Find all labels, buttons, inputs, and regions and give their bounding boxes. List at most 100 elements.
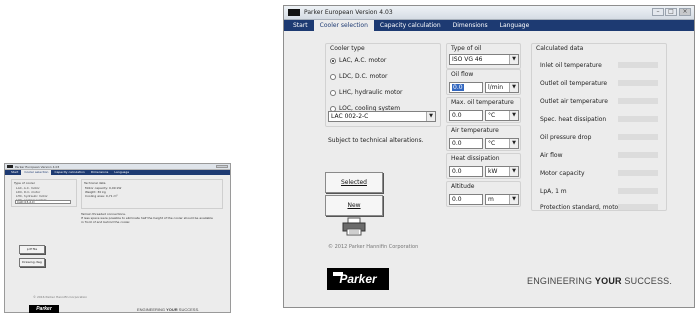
tab-capacity-calculation[interactable]: Capacity calculation [374, 20, 447, 31]
radio-lac-label: LAC, A.C. motor [339, 57, 387, 64]
chevron-down-icon[interactable]: ▼ [509, 195, 518, 204]
selected-button-label: Selected [340, 179, 367, 186]
radio-checked-icon[interactable] [330, 57, 336, 64]
calc-value-outlet-oil-temp [618, 80, 658, 86]
tab-cooler-selection[interactable]: Cooler selection [313, 20, 374, 31]
tab-bar: Start Cooler selection Capacity calculat… [284, 20, 694, 31]
oil-flow-title: Oil flow [451, 71, 474, 78]
calc-label-protection-standard: Protection standard, motor [540, 204, 621, 211]
small-tech-line: Cooling area: 0,71 m² [85, 194, 118, 198]
new-button[interactable]: New [325, 195, 383, 216]
radio-ldc-label: LDC, D.C. motor [339, 73, 388, 80]
calc-label-motor-capacity: Motor capacity [540, 170, 585, 177]
slogan-bold: YOUR [594, 276, 622, 286]
tab-start[interactable]: Start [287, 20, 314, 31]
chevron-down-icon[interactable]: ▼ [509, 111, 518, 120]
chevron-down-icon[interactable]: ▼ [509, 167, 518, 176]
altitude-unit-select[interactable]: m ▼ [485, 194, 519, 205]
calc-value-lpa [618, 188, 658, 194]
minimize-button[interactable]: – [652, 8, 664, 16]
radio-lac[interactable]: LAC, A.C. motor [330, 57, 386, 64]
small-window-title: Parker European Version 4.03 [15, 165, 60, 169]
small-slogan: ENGINEERING YOUR SUCCESS. [137, 307, 199, 312]
small-copyright: © 2016 Parker Hannifin Corporation [33, 295, 88, 299]
small-window-controls[interactable] [216, 165, 228, 168]
small-drawing-button[interactable]: Drawing dwg [19, 258, 45, 267]
small-slogan-bold: YOUR [166, 307, 178, 312]
heat-dissipation-unit-select[interactable]: kW ▼ [485, 166, 519, 177]
tab-language[interactable]: Language [494, 20, 536, 31]
altitude-title: Altitude [451, 183, 475, 190]
title-bar: Parker European Version 4.03 – □ × [284, 6, 694, 20]
cooler-model-select[interactable]: LAC 002-2-C ▼ [328, 111, 436, 122]
oil-flow-unit-select[interactable]: l/min ▼ [485, 82, 519, 93]
parker-logo-icon [288, 9, 300, 16]
calc-label-inlet-oil-temp: Inlet oil temperature [540, 62, 602, 69]
small-slogan-post: SUCCESS. [177, 307, 200, 312]
small-model-select[interactable]: CAD 03-2-D [15, 200, 71, 204]
radio-ldc[interactable]: LDC, D.C. motor [330, 73, 388, 80]
small-cooler-type-group: Type of cooler LAC, A.C. motor LDC, D.C.… [11, 179, 77, 207]
slogan: ENGINEERING YOUR SUCCESS. [527, 276, 672, 286]
small-slogan-pre: ENGINEERING [137, 307, 167, 312]
radio-lhc[interactable]: LHC, hydraulic motor [330, 89, 403, 96]
slogan-post: SUCCESS. [621, 276, 673, 286]
oil-flow-unit: l/min [488, 84, 504, 91]
cooler-type-title: Cooler type [330, 45, 365, 52]
chevron-down-icon[interactable]: ▼ [426, 112, 435, 121]
air-temp-title: Air temperature [451, 127, 499, 134]
maximize-button[interactable]: □ [665, 8, 677, 16]
small-parker-logo: Parker [29, 305, 59, 313]
air-temp-input[interactable]: 0.0 [449, 138, 483, 149]
oil-flow-input[interactable]: 0.0 [449, 82, 483, 93]
calc-label-outlet-air-temp: Outlet air temperature [540, 98, 608, 105]
printer-icon[interactable] [342, 217, 366, 236]
heat-dissipation-title: Heat dissipation [451, 155, 500, 162]
calc-label-spec-heat-dissipation: Spec. heat dissipation [540, 116, 607, 123]
calculated-data-title: Calculated data [536, 45, 584, 52]
calculated-data-group: Calculated data Inlet oil temperature Ou… [531, 43, 667, 211]
new-button-label: New [347, 202, 361, 209]
oil-type-title: Type of oil [451, 45, 482, 52]
max-oil-temp-title: Max. oil temperature [451, 99, 514, 106]
chevron-down-icon[interactable]: ▼ [509, 83, 518, 92]
cooler-model-value: LAC 002-2-C [331, 113, 369, 120]
tab-dimensions[interactable]: Dimensions [447, 20, 494, 31]
radio-lhc-label: LHC, hydraulic motor [339, 89, 403, 96]
radio-icon[interactable] [330, 73, 336, 80]
small-content: Type of cooler LAC, A.C. motor LDC, D.C.… [5, 175, 230, 313]
close-button[interactable]: × [679, 8, 691, 16]
calc-value-inlet-oil-temp [618, 62, 658, 68]
selected-button[interactable]: Selected [325, 172, 383, 193]
air-temp-unit-select[interactable]: °C ▼ [485, 138, 519, 149]
calc-label-air-flow: Air flow [540, 152, 563, 159]
slogan-pre: ENGINEERING [527, 276, 595, 286]
max-oil-temp-unit-select[interactable]: °C ▼ [485, 110, 519, 121]
calc-label-outlet-oil-temp: Outlet oil temperature [540, 80, 608, 87]
calc-value-air-flow [618, 152, 658, 158]
small-app-window: Parker European Version 4.03 Start Coole… [4, 163, 231, 313]
calc-value-outlet-air-temp [618, 98, 658, 104]
small-pdf-button[interactable]: pdf file [19, 245, 45, 254]
max-oil-temp-input[interactable]: 0.0 [449, 110, 483, 121]
altitude-input[interactable]: 0.0 [449, 194, 483, 205]
small-note-line: in front of and behind the cooler. [81, 220, 131, 224]
altitude-unit: m [488, 196, 494, 203]
chevron-down-icon[interactable]: ▼ [509, 139, 518, 148]
radio-icon[interactable] [330, 89, 336, 96]
parker-logo-icon [7, 165, 13, 168]
heat-dissipation-unit: kW [488, 168, 498, 175]
small-title-bar: Parker European Version 4.03 [5, 164, 230, 170]
small-note: Tamsin threaded connections. If less spa… [81, 212, 227, 224]
oil-type-value: ISO VG 46 [452, 56, 483, 63]
calc-value-protection-standard [618, 204, 658, 210]
chevron-down-icon[interactable]: ▼ [509, 55, 518, 64]
small-technical-data: Technical data Motor capacity: 0,09 kW W… [81, 179, 223, 209]
parker-logo: Parker [327, 268, 389, 290]
technical-note: Subject to technical alterations. [328, 137, 424, 144]
heat-dissipation-input[interactable]: 0.0 [449, 166, 483, 177]
oil-type-select[interactable]: ISO VG 46 ▼ [449, 54, 519, 65]
air-temp-unit: °C [488, 140, 496, 147]
calc-value-spec-heat-dissipation [618, 116, 658, 122]
calc-value-motor-capacity [618, 170, 658, 176]
